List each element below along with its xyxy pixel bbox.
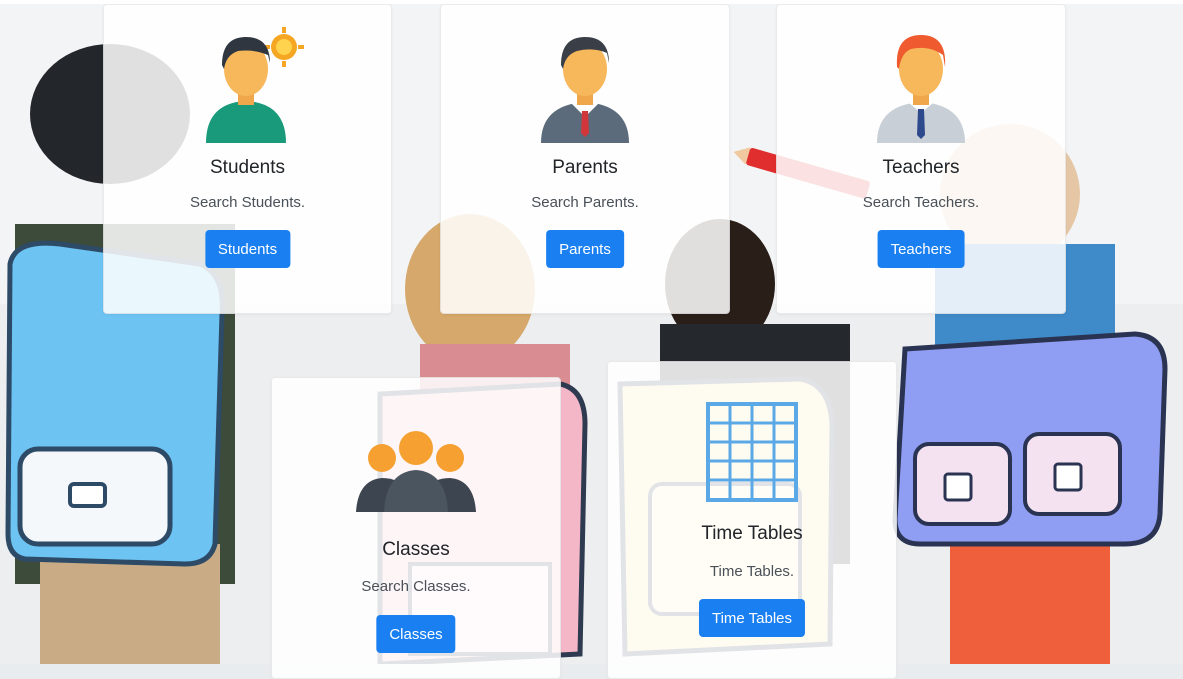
classes-card: Classes Search Classes. Classes — [271, 377, 561, 679]
students-card: Students Search Students. Students — [103, 4, 392, 314]
parents-button[interactable]: Parents — [546, 230, 624, 268]
classes-button[interactable]: Classes — [376, 615, 456, 653]
parents-card: Parents Search Parents. Parents — [440, 4, 730, 314]
classes-text: Search Classes. — [361, 578, 471, 595]
teachers-title: Teachers — [882, 157, 960, 178]
classes-title: Classes — [382, 539, 450, 560]
teachers-button[interactable]: Teachers — [877, 230, 965, 268]
calendar-grid-icon — [706, 402, 798, 502]
top-border — [0, 0, 1183, 4]
parent-avatar-icon — [541, 37, 629, 143]
parents-text: Search Parents. — [531, 194, 639, 211]
students-text: Search Students. — [189, 194, 306, 211]
timetables-text: Time Tables. — [709, 563, 795, 580]
teachers-text: Search Teachers. — [862, 194, 980, 211]
students-title: Students — [210, 157, 285, 178]
student-avatar-icon — [205, 27, 304, 143]
parents-title: Parents — [552, 157, 618, 178]
teachers-card: Teachers Search Teachers. Teachers — [776, 4, 1066, 314]
timetables-button[interactable]: Time Tables — [698, 599, 806, 637]
teacher-avatar-icon — [877, 35, 965, 143]
timetables-title: Time Tables — [701, 523, 803, 544]
group-icon — [356, 431, 476, 512]
timetables-card: Time Tables Time Tables. Time Tables — [607, 361, 897, 679]
students-button[interactable]: Students — [204, 230, 291, 268]
